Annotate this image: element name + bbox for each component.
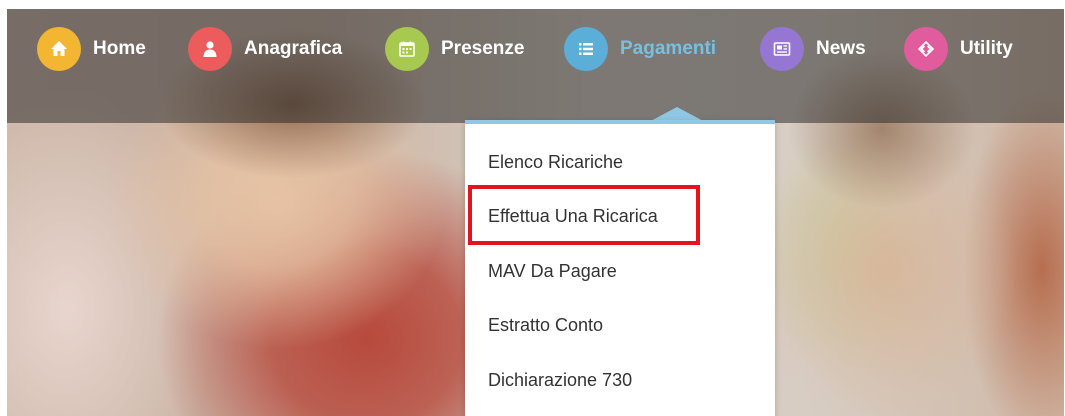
newspaper-icon [760, 27, 804, 71]
nav-label-news: News [816, 38, 866, 59]
nav-item-anagrafica[interactable]: Anagrafica [188, 27, 342, 71]
nav-item-presenze[interactable]: Presenze [385, 27, 524, 71]
nav-item-utility[interactable]: Utility [904, 27, 1013, 71]
diamond-arrows-icon [904, 27, 948, 71]
nav-item-news[interactable]: News [760, 27, 866, 71]
nav-label-pagamenti: Pagamenti [620, 38, 717, 59]
nav-item-home[interactable]: Home [37, 27, 146, 71]
menu-item-elenco-ricariche[interactable]: Elenco Ricariche [488, 147, 623, 177]
highlight-box [468, 185, 700, 245]
menu-item-mav-da-pagare[interactable]: MAV Da Pagare [488, 256, 617, 286]
home-icon [37, 27, 81, 71]
menu-item-estratto-conto[interactable]: Estratto Conto [488, 310, 603, 340]
menu-item-dichiarazione-730[interactable]: Dichiarazione 730 [488, 365, 632, 395]
user-icon [188, 27, 232, 71]
nav-label-anagrafica: Anagrafica [244, 38, 343, 59]
nav-label-home: Home [93, 38, 146, 59]
nav-label-utility: Utility [960, 38, 1013, 59]
page-frame: Home Anagrafica Presenze Pagamenti News [7, 9, 1064, 416]
nav-label-presenze: Presenze [441, 38, 525, 59]
calendar-icon [385, 27, 429, 71]
nav-item-pagamenti[interactable]: Pagamenti [564, 27, 716, 71]
top-navbar: Home Anagrafica Presenze Pagamenti News [7, 9, 1064, 123]
pagamenti-dropdown-menu: Elenco Ricariche Effettua Una Ricarica M… [465, 120, 775, 416]
list-icon [564, 27, 608, 71]
